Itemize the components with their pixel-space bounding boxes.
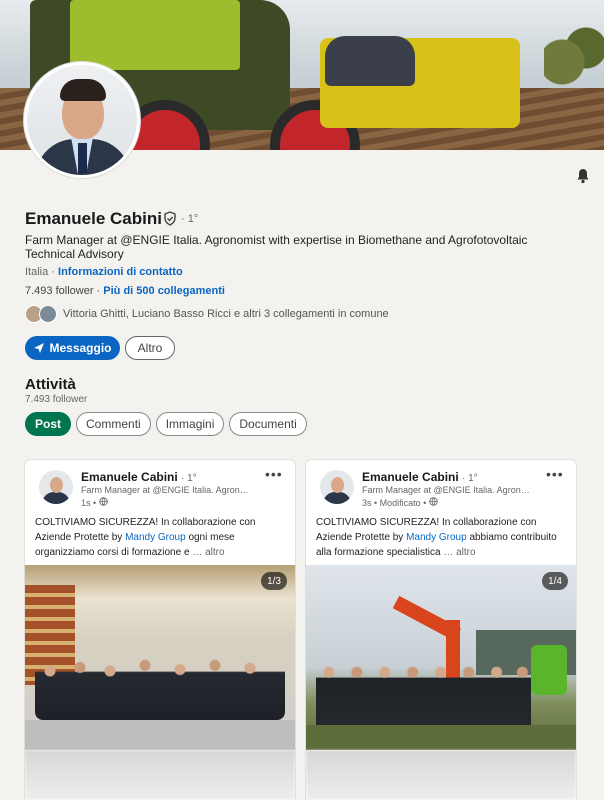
verified-shield-icon[interactable] xyxy=(163,211,177,226)
post-image[interactable] xyxy=(25,565,295,750)
activity-title: Attività xyxy=(25,376,76,393)
post-author-headline: Farm Manager at @ENGIE Italia. Agronomis… xyxy=(362,485,532,495)
paper-plane-icon xyxy=(34,343,45,353)
post-see-more[interactable]: … altro xyxy=(192,547,224,558)
blurred-content xyxy=(306,750,576,800)
activity-tabs: Post Commenti Immagini Documenti xyxy=(25,412,307,436)
followers-line: 7.493 follower · Più di 500 collegamenti xyxy=(25,285,225,297)
connections-link[interactable]: Più di 500 collegamenti xyxy=(103,285,225,297)
post-author-degree: · 1° xyxy=(181,473,197,484)
post-image[interactable] xyxy=(306,565,576,750)
post-author-name[interactable]: Emanuele Cabini · 1° xyxy=(81,470,197,484)
tab-post[interactable]: Post xyxy=(25,412,72,436)
post-author-headline: Farm Manager at @ENGIE Italia. Agronomis… xyxy=(81,485,251,495)
post-author-name-text: Emanuele Cabini xyxy=(81,470,178,484)
profile-headline: Farm Manager at @ENGIE Italia. Agronomis… xyxy=(25,233,528,261)
mutual-avatar xyxy=(39,305,57,323)
post-author-avatar[interactable] xyxy=(320,470,354,504)
location-text: Italia · xyxy=(25,266,55,278)
globe-icon xyxy=(429,497,438,506)
ellipsis-icon[interactable]: ••• xyxy=(546,466,564,482)
post-text: COLTIVIAMO SICUREZZA! In collaborazione … xyxy=(316,515,571,560)
post-time: 1s • xyxy=(81,497,108,508)
post-time-text: 1s • xyxy=(81,498,97,508)
post-author-degree: · 1° xyxy=(462,473,478,484)
post-time: 3s • Modificato • xyxy=(362,497,438,508)
profile-location: Italia · Informazioni di contatto xyxy=(25,266,183,278)
post-card[interactable]: Emanuele Cabini · 1° Farm Manager at @EN… xyxy=(306,460,576,800)
mutual-connections-text: Vittoria Ghitti, Luciano Basso Ricci e a… xyxy=(63,308,389,320)
message-button[interactable]: Messaggio xyxy=(25,336,120,360)
connection-degree: · 1° xyxy=(181,213,199,225)
post-see-more[interactable]: … altro xyxy=(443,547,475,558)
tab-documenti[interactable]: Documenti xyxy=(229,412,307,436)
activity-followers: 7.493 follower xyxy=(25,394,88,405)
post-time-text: 3s • Modificato • xyxy=(362,498,427,508)
blurred-content xyxy=(25,750,295,800)
profile-name: Emanuele Cabini xyxy=(25,209,162,228)
tab-immagini[interactable]: Immagini xyxy=(155,412,225,436)
image-counter: 1/3 xyxy=(261,572,287,590)
ellipsis-icon[interactable]: ••• xyxy=(265,466,283,482)
post-author-name-text: Emanuele Cabini xyxy=(362,470,459,484)
more-button[interactable]: Altro xyxy=(125,336,175,360)
post-text: COLTIVIAMO SICUREZZA! In collaborazione … xyxy=(35,515,290,560)
post-author-avatar[interactable] xyxy=(39,470,73,504)
image-counter: 1/4 xyxy=(542,572,568,590)
post-mention-link[interactable]: Mandy Group xyxy=(125,532,186,543)
post-mention-link[interactable]: Mandy Group xyxy=(406,532,467,543)
profile-avatar[interactable] xyxy=(24,62,140,178)
globe-icon xyxy=(98,497,108,506)
post-author-name[interactable]: Emanuele Cabini · 1° xyxy=(362,470,478,484)
post-card[interactable]: Emanuele Cabini · 1° Farm Manager at @EN… xyxy=(25,460,295,800)
message-button-label: Messaggio xyxy=(49,341,112,355)
contact-info-link[interactable]: Informazioni di contatto xyxy=(58,266,183,278)
tab-commenti[interactable]: Commenti xyxy=(76,412,151,436)
bell-icon[interactable] xyxy=(575,168,591,184)
followers-count: 7.493 follower · xyxy=(25,285,101,297)
